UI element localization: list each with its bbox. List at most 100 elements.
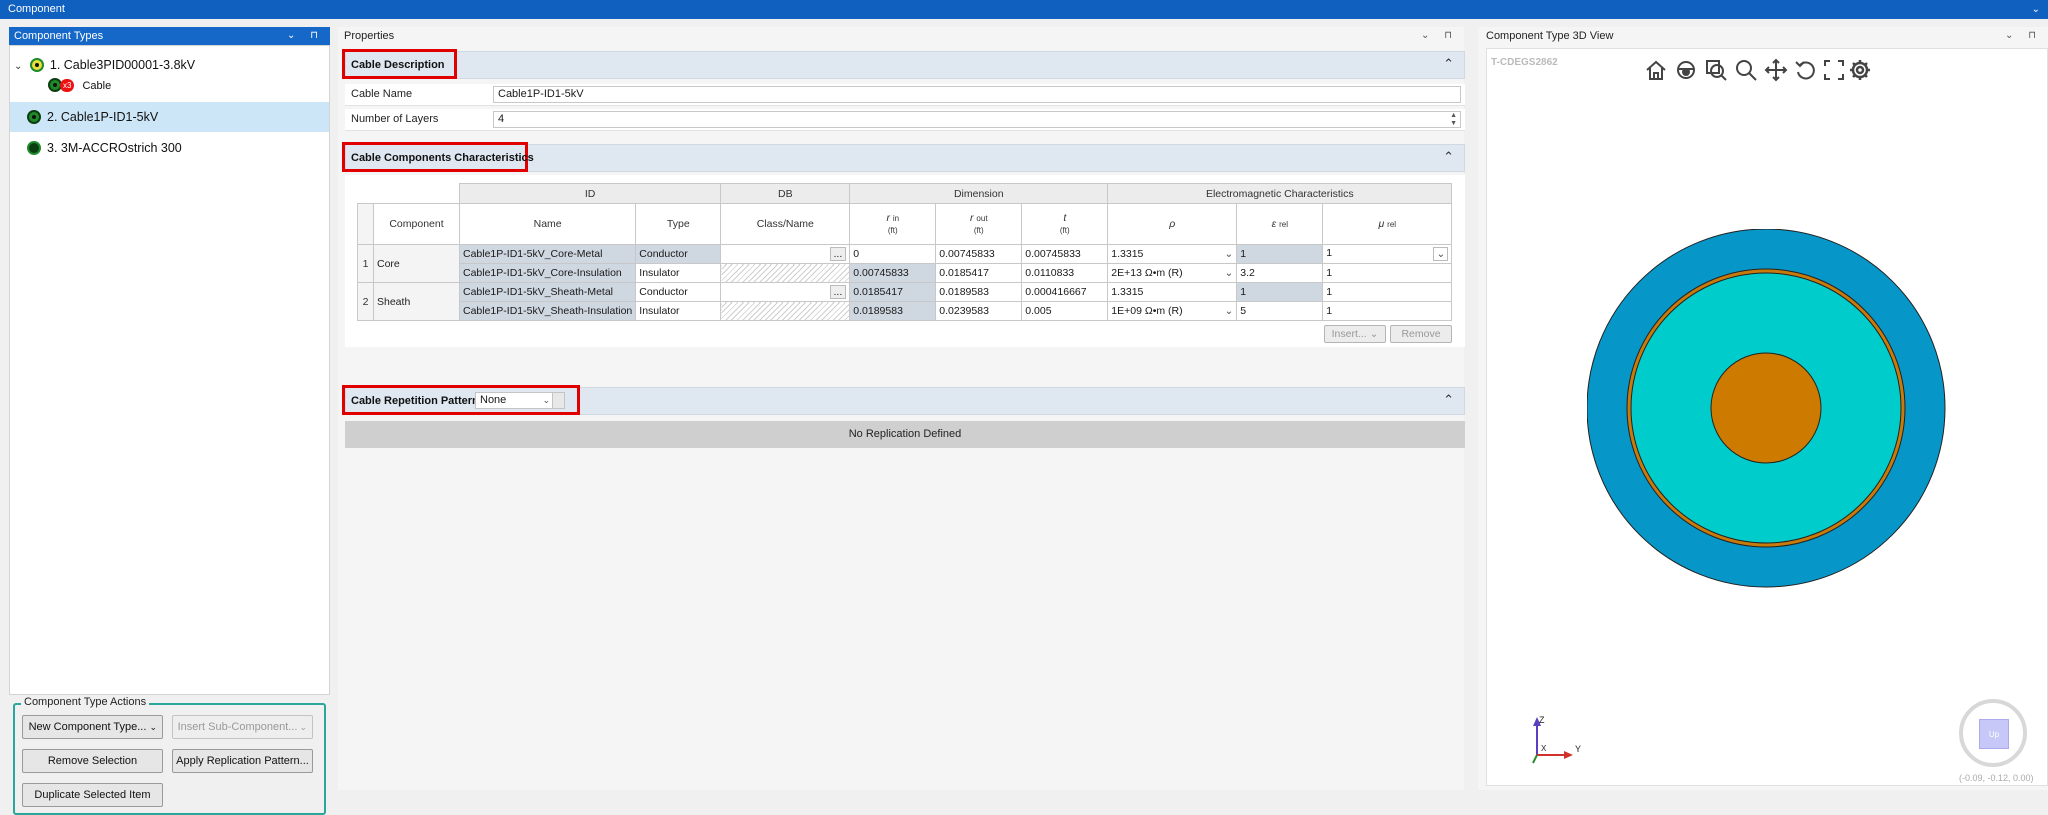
t-cell[interactable]: 0.000416667 [1021,282,1109,302]
cable-cross-section[interactable] [1587,229,1967,609]
chevron-down-icon: ⌄ [299,722,307,732]
zoom-icon[interactable] [1736,60,1757,81]
table-row[interactable]: Cable1P-ID1-5kV_Sheath-Insulation Insula… [358,301,1453,321]
name-cell[interactable]: Cable1P-ID1-5kV_Core-Metal [458,244,637,264]
group-header-em: Electromagnetic Characteristics [1107,183,1453,204]
class-name-cell [720,301,851,321]
view3d-header: Component Type 3D View ⌄ ⊓ [1478,27,2048,45]
fullscreen-icon[interactable] [1824,60,1844,80]
r-in-cell[interactable]: 0.00745833 [849,263,937,283]
chevron-down-icon[interactable]: ⌄ [1224,248,1233,260]
repetition-pattern-select[interactable]: None ⌄ [475,392,565,409]
window-menu-button[interactable]: ⌄ [2032,0,2040,19]
panel-pin-icon[interactable]: ⌄ ⊓ [1421,27,1458,45]
mu-cell[interactable]: 1 [1322,301,1453,321]
view-icon[interactable] [1677,61,1695,79]
row-number: 2 [357,282,374,321]
repetition-pattern-value: None [480,394,507,406]
t-cell[interactable]: 0.00745833 [1021,244,1109,264]
stepper-icon[interactable]: ▲ ▼ [1450,112,1457,128]
name-cell[interactable]: Cable1P-ID1-5kV_Core-Insulation [458,263,637,283]
table-row[interactable]: 1 Core Cable1P-ID1-5kV_Core-Metal Conduc… [357,244,1453,283]
type-cell[interactable]: Insulator [635,263,722,283]
type-cell[interactable]: Insulator [635,301,722,321]
properties-header: Properties ⌄ ⊓ [338,27,1464,45]
eps-cell[interactable]: 1 [1236,282,1324,302]
chevron-down-icon: ⌄ [542,395,550,405]
view-id-label: T-CDEGS2862 [1491,57,1558,68]
t-cell[interactable]: 0.005 [1021,301,1109,321]
r-in-cell[interactable]: 0 [849,244,937,264]
rho-cell[interactable]: 1.3315 [1107,282,1238,302]
chevron-down-icon[interactable]: ⌄ [1433,247,1449,261]
select-button[interactable] [552,393,564,408]
rho-cell[interactable]: 2E+13 Ω•m (R) ⌄ [1107,263,1238,283]
chevron-down-icon[interactable]: ⌄ [14,61,22,72]
class-name-cell[interactable]: ... [720,282,851,302]
zoom-fit-icon[interactable] [1706,60,1727,81]
collapse-icon[interactable]: ⌃ [1443,56,1454,72]
r-out-cell[interactable]: 0.0185417 [935,263,1023,283]
tree-item-cable-sub[interactable]: x3 Cable [10,74,329,98]
settings-icon[interactable] [1850,60,1870,80]
insert-sub-component-button[interactable]: Insert Sub-Component... ⌄ [172,715,313,739]
browse-button[interactable]: ... [829,247,847,261]
rho-value: 1.3315 [1111,248,1144,260]
cable-name-input[interactable]: Cable1P-ID1-5kV [493,86,1461,103]
nav-cube-face[interactable]: Up [1979,719,2009,749]
duplicate-item-button[interactable]: Duplicate Selected Item [22,783,163,807]
r-in-cell[interactable]: 0.0185417 [849,282,937,302]
mu-cell[interactable]: 1 ⌄ [1322,244,1453,264]
component-column-header: Component [373,203,460,245]
mu-cell[interactable]: 1 [1322,263,1453,283]
component-cell[interactable]: Sheath [373,282,460,321]
eps-cell[interactable]: 3.2 [1236,263,1324,283]
pan-icon[interactable] [1764,58,1788,82]
eps-cell[interactable]: 5 [1236,301,1324,321]
type-cell[interactable]: Conductor [635,244,722,264]
panel-pin-icon[interactable]: ⌄ ⊓ [287,27,324,45]
number-of-layers-input[interactable]: 4 ▲ ▼ [493,111,1461,128]
repetition-title: Cable Repetition Pattern [351,395,479,407]
rho-cell[interactable]: 1.3315 ⌄ [1107,244,1238,264]
rho-cell[interactable]: 1E+09 Ω•m (R) ⌄ [1107,301,1238,321]
class-name-cell[interactable]: ... [720,244,851,264]
r-out-cell[interactable]: 0.0189583 [935,282,1023,302]
component-cell[interactable]: Core [373,244,460,283]
view3d-canvas[interactable]: T-CDEGS2862 Z X Y Up (-0.09, -0.12, 0.00… [1486,48,2048,786]
tree-item-cable1p[interactable]: 2. Cable1P-ID1-5kV [10,102,329,132]
navigation-cube[interactable]: Up [1959,699,2027,767]
component-types-title: Component Types [14,30,104,42]
home-icon[interactable] [1646,60,1666,80]
r-out-cell[interactable]: 0.0239583 [935,301,1023,321]
apply-replication-button[interactable]: Apply Replication Pattern... [172,749,313,773]
collapse-icon[interactable]: ⌃ [1443,392,1454,408]
table-row[interactable]: Cable1P-ID1-5kV_Core-Insulation Insulato… [358,263,1453,283]
remove-row-button[interactable]: Remove [1390,325,1452,343]
insert-row-button[interactable]: Insert... ⌄ [1324,325,1386,343]
number-of-layers-row: Number of Layers 4 ▲ ▼ [345,109,1465,131]
cable-components-table-area: ID DB Dimension Electromagnetic Characte… [345,175,1465,347]
name-cell[interactable]: Cable1P-ID1-5kV_Sheath-Metal [458,282,637,302]
tree-item-accrostrich[interactable]: 3. 3M-ACCROstrich 300 [10,133,329,163]
r-in-cell[interactable]: 0.0189583 [849,301,937,321]
collapse-icon[interactable]: ⌃ [1443,149,1454,165]
rotate-icon[interactable] [1795,61,1815,80]
chevron-down-icon[interactable]: ⌄ [1224,305,1233,317]
button-label: Insert Sub-Component... [177,721,298,733]
browse-button[interactable]: ... [829,285,847,299]
name-cell[interactable]: Cable1P-ID1-5kV_Sheath-Insulation [458,301,637,321]
chevron-down-icon[interactable]: ⌄ [1224,267,1233,279]
eps-cell[interactable]: 1 [1236,244,1324,264]
t-cell[interactable]: 0.0110833 [1021,263,1109,283]
remove-selection-button[interactable]: Remove Selection [22,749,163,773]
panel-pin-icon[interactable]: ⌄ ⊓ [2005,27,2042,45]
table-row[interactable]: 2 Sheath Cable1P-ID1-5kV_Sheath-Metal Co… [357,282,1453,321]
cable-description-section-header[interactable]: ⌃ [345,51,1465,79]
mu-cell[interactable]: 1 [1322,282,1453,302]
window-titlebar: Component ⌄ [0,0,2048,19]
no-replication-message: No Replication Defined [345,421,1465,448]
new-component-type-button[interactable]: New Component Type... ⌄ [22,715,163,739]
type-cell[interactable]: Conductor [635,282,722,302]
r-out-cell[interactable]: 0.00745833 [935,244,1023,264]
